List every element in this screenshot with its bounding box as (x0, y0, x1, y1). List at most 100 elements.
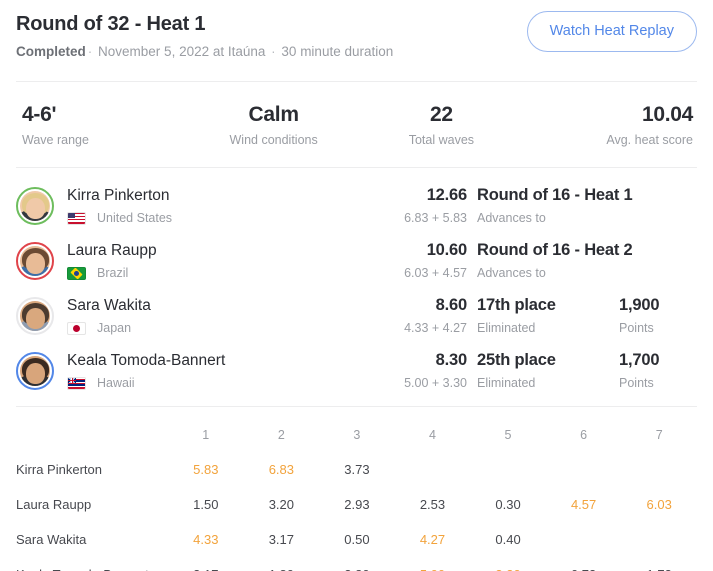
points-col (619, 258, 697, 264)
score-breakdown: 4.33 + 4.27 (404, 321, 467, 335)
stat-value: 22 (429, 103, 453, 126)
total-score-col: 12.66 6.83 + 5.83 (357, 185, 467, 226)
athlete-info: Keala Tomoda-Bannert Hawaii (67, 351, 225, 391)
avatar-ring (16, 186, 54, 225)
points-col: 1,900 Points (619, 295, 697, 336)
wave-col-header-7: 7 (655, 428, 663, 442)
wave-score (621, 523, 697, 558)
points-col (619, 203, 697, 209)
wave-col-header-6: 6 (580, 428, 588, 442)
table-row: Laura Raupp 1.50 3.20 2.93 2.53 0.30 4.5… (16, 488, 697, 523)
avatar-face (25, 307, 45, 329)
wave-scores-table: 1 2 3 4 5 6 7 Kirra Pinkerton 5.83 6.83 … (0, 420, 713, 571)
points-label: Points (619, 321, 654, 335)
wave-score: 2.93 (344, 497, 370, 512)
separator-dot-2: · (271, 44, 276, 59)
avatar-face (25, 252, 45, 274)
athlete-info: Kirra Pinkerton United States (67, 186, 172, 226)
wave-score: 0.40 (495, 532, 521, 547)
total-score-col: 10.60 6.03 + 4.57 (357, 240, 467, 281)
stat-wind-conditions: Calm Wind conditions (190, 102, 358, 148)
status-col: Round of 16 - Heat 2 Advances to (467, 240, 633, 281)
athlete-row[interactable]: Kirra Pinkerton United States 12.66 6.83… (16, 178, 697, 233)
wave-score: 3.17 (168, 558, 244, 571)
us-flag-icon (67, 211, 86, 225)
wave-row-name: Keala Tomoda-Bannert (16, 558, 168, 571)
watch-heat-replay-button[interactable]: Watch Heat Replay (526, 11, 697, 52)
stat-wave-range: 4-6' Wave range (16, 102, 190, 148)
result-status: Round of 16 - Heat 1 (477, 186, 633, 204)
wave-row-name: Laura Raupp (16, 497, 92, 512)
hi-flag-icon (67, 376, 86, 390)
wave-score: 5.00 (395, 558, 471, 571)
heat-stats-row: 4-6' Wave range Calm Wind conditions 22 … (0, 82, 713, 167)
wave-col-header-3: 3 (353, 428, 361, 442)
athlete-name: Kirra Pinkerton (67, 186, 170, 204)
wave-score: 6.03 (646, 497, 672, 512)
divider-waves (16, 406, 697, 407)
country-label: Japan (97, 320, 132, 335)
wave-score: 1.50 (193, 497, 219, 512)
result-status-sub: Eliminated (477, 376, 536, 390)
athlete-row[interactable]: Sara Wakita Japan 8.60 4.33 + 4.27 17th … (16, 288, 697, 343)
athlete-list: Kirra Pinkerton United States 12.66 6.83… (0, 168, 713, 406)
athlete-scores: 8.30 5.00 + 3.30 25th place Eliminated 1… (357, 350, 697, 391)
wave-score: 4.33 (193, 532, 219, 547)
br-flag-icon (67, 266, 86, 280)
wave-score: 3.30 (470, 558, 546, 571)
wave-col-header-1: 1 (202, 428, 210, 442)
wave-table-header-row: 1 2 3 4 5 6 7 (16, 420, 697, 453)
country-label: United States (97, 210, 173, 225)
stat-avg-heat-score: 10.04 Avg. heat score (525, 102, 697, 148)
stat-label: Wave range (22, 133, 89, 147)
total-score-col: 8.30 5.00 + 3.30 (357, 350, 467, 391)
status-col: 25th place Eliminated (467, 350, 619, 391)
stat-value: Calm (248, 103, 299, 126)
avatar-face (25, 197, 45, 219)
result-status: Round of 16 - Heat 2 (477, 241, 633, 259)
wave-score: 4.27 (419, 532, 446, 547)
athlete-name: Keala Tomoda-Bannert (67, 351, 226, 369)
page-title: Round of 32 - Heat 1 (16, 13, 206, 35)
table-row: Sara Wakita 4.33 3.17 0.50 4.27 0.40 (16, 523, 697, 558)
athlete-country: Brazil (67, 266, 157, 281)
heat-header-text: Round of 32 - Heat 1 Completed · November… (16, 11, 393, 60)
points-value: 1,900 (619, 296, 660, 314)
athlete-row[interactable]: Keala Tomoda-Bannert Hawaii 8.30 5.00 + … (16, 343, 697, 398)
wave-score: 2.80 (319, 558, 395, 571)
wave-score: 3.20 (268, 497, 294, 512)
result-status-sub: Advances to (477, 211, 546, 225)
wave-table-name-header (16, 420, 168, 453)
wave-score: 6.83 (268, 462, 294, 477)
athlete-scores: 12.66 6.83 + 5.83 Round of 16 - Heat 1 A… (357, 185, 697, 226)
status-col: Round of 16 - Heat 1 Advances to (467, 185, 633, 226)
heat-duration: 30 minute duration (281, 44, 394, 59)
athlete-scores: 8.60 4.33 + 4.27 17th place Eliminated 1… (357, 295, 697, 336)
heat-header: Round of 32 - Heat 1 Completed · November… (0, 0, 713, 60)
athlete-name: Sara Wakita (67, 296, 151, 314)
points-label: Points (619, 376, 654, 390)
separator-dot: · (87, 44, 93, 59)
wave-row-name: Sara Wakita (16, 532, 87, 547)
wave-score: 1.80 (244, 558, 320, 571)
country-label: Hawaii (97, 375, 135, 390)
athlete-country: Hawaii (67, 376, 225, 391)
result-status-sub: Advances to (477, 266, 546, 280)
athlete-row[interactable]: Laura Raupp Brazil 10.60 6.03 + 4.57 Rou… (16, 233, 697, 288)
jp-flag-icon (67, 321, 86, 335)
status-badge: Completed (16, 44, 86, 59)
points-col: 1,700 Points (619, 350, 697, 391)
athlete-scores: 10.60 6.03 + 4.57 Round of 16 - Heat 2 A… (357, 240, 697, 281)
heat-subtitle: Completed · November 5, 2022 at Itaúna · … (16, 43, 393, 60)
stat-label: Total waves (408, 133, 475, 147)
status-col: 17th place Eliminated (467, 295, 619, 336)
athlete-country: United States (67, 211, 172, 226)
wave-col-header-5: 5 (504, 428, 512, 442)
wave-score: 0.73 (546, 558, 622, 571)
avatar (20, 355, 50, 386)
avatar-face (25, 362, 45, 384)
points-value: 1,700 (619, 351, 660, 369)
athlete-info: Sara Wakita Japan (67, 296, 151, 336)
score-breakdown: 5.00 + 3.30 (404, 376, 467, 390)
wave-score: 3.73 (344, 462, 370, 477)
